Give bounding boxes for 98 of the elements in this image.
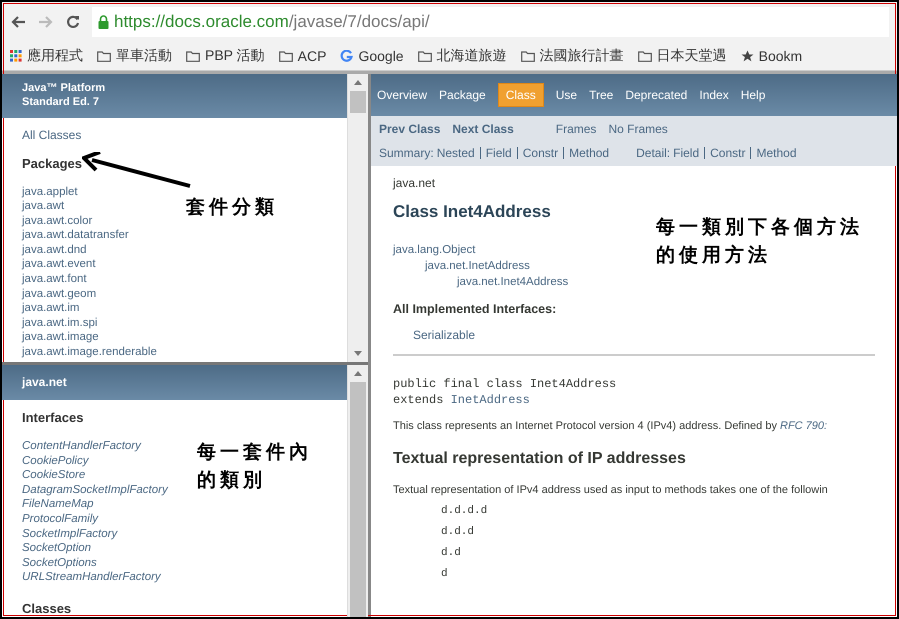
reload-icon[interactable] [66, 15, 80, 29]
annotation-text: 套件分類 [186, 195, 278, 220]
interface-link[interactable]: FileNameMap [22, 497, 94, 512]
back-icon[interactable] [10, 15, 26, 29]
hierarchy-item[interactable]: java.lang.Object [393, 244, 476, 256]
bookmark-item[interactable]: 日本天堂遇 [638, 47, 727, 65]
interface-link[interactable]: URLStreamHandlerFactory [22, 570, 161, 585]
folder-icon [418, 50, 432, 62]
no-frames-link[interactable]: No Frames [608, 122, 668, 136]
section-heading: Textual representation of IP addresses [393, 450, 687, 468]
folder-icon [186, 50, 200, 62]
interfaces-heading: All Implemented Interfaces: [393, 302, 558, 316]
hierarchy-item: java.net.Inet4Address [457, 276, 568, 288]
summary-link[interactable]: Field [486, 146, 512, 160]
nav-tab[interactable]: Tree [589, 84, 614, 106]
nav-tab[interactable]: Index [699, 84, 729, 106]
nav-tab[interactable]: Package [439, 84, 486, 106]
package-link[interactable]: java.awt.im.spi [22, 316, 98, 330]
interface-link[interactable]: SocketOption [22, 541, 92, 556]
annotation-text: 每一類別下各個方法 的使用方法 [656, 215, 863, 268]
address-format: d.d [441, 547, 461, 559]
bookmark-item[interactable]: 單車活動 [97, 47, 172, 65]
package-link[interactable]: java.awt.color [22, 214, 92, 228]
interface-link[interactable]: Serializable [413, 328, 476, 342]
folder-icon [520, 50, 535, 62]
prev-class-link[interactable]: Prev Class [379, 122, 440, 136]
frames-link[interactable]: Frames [556, 122, 596, 136]
package-link[interactable]: java.applet [22, 184, 78, 200]
lock-icon [98, 15, 109, 29]
scrollbar[interactable] [347, 74, 368, 362]
address-format: d [441, 568, 448, 580]
package-link[interactable]: java.awt.font [22, 272, 87, 287]
summary-link[interactable]: Constr [522, 146, 558, 160]
folder-icon [278, 50, 293, 62]
class-description: This class represents an Internet Protocol version 4 (IPv4) address. Defined by RFC 790: [393, 420, 828, 432]
package-link[interactable]: java.awt.image [22, 330, 99, 346]
all-classes-link[interactable]: All Classes [22, 128, 327, 142]
summary-link[interactable]: Nested [436, 146, 475, 160]
package-link[interactable]: java.awt.dnd [22, 242, 87, 258]
packages-heading: Packages [22, 156, 83, 170]
apps-grid-icon [10, 50, 22, 62]
superclass-link[interactable]: InetAddress [450, 393, 530, 407]
url-field[interactable]: https://docs.oracle.com/javase/7/docs/api/ [92, 7, 889, 37]
detail-link[interactable]: Method [756, 146, 797, 160]
package-link[interactable]: java.awt.datatransfer [22, 228, 129, 243]
package-name: java.net [393, 176, 436, 190]
star-icon [740, 50, 754, 62]
summary-link[interactable]: Method [569, 146, 610, 160]
interface-link[interactable]: ContentHandlerFactory [22, 439, 141, 454]
nav-tab[interactable]: Help [740, 84, 766, 106]
interface-link[interactable]: ProtocolFamily [22, 512, 98, 527]
bookmark-item[interactable]: Google [340, 48, 404, 64]
frame-header: java.net [2, 365, 347, 400]
bookmark-item[interactable]: PBP 活動 [186, 47, 265, 65]
google-g-icon [340, 50, 354, 62]
annotation-text: 每一套件內 的類別 [197, 440, 312, 493]
package-link[interactable]: java.awt [22, 199, 64, 214]
bookmark-item[interactable]: Bookm [740, 48, 802, 64]
interface-link[interactable]: SocketOptions [22, 556, 97, 570]
class-declaration: public final class Inet4Address [393, 376, 618, 392]
address-format: d.d.d [441, 526, 474, 538]
scroll-up-icon[interactable] [354, 80, 362, 85]
summary-label: Summary: [379, 146, 434, 160]
interfaces-heading: Interfaces [22, 410, 84, 425]
scroll-up-icon[interactable] [354, 371, 362, 376]
bookmark-item[interactable]: 北海道旅遊 [418, 47, 507, 65]
package-link[interactable]: java.awt.geom [22, 286, 96, 302]
address-format: d.d.d.d [441, 505, 488, 517]
class-title: Class Inet4Address [393, 202, 552, 222]
scroll-down-icon[interactable] [354, 351, 362, 356]
section-text: Textual representation of IPv4 address used as input to methods takes one of the followin [393, 484, 829, 496]
hierarchy-item[interactable]: java.net.InetAddress [425, 260, 530, 272]
detail-label: Detail: [636, 146, 670, 160]
bookmark-item[interactable]: 法國旅行計畫 [520, 47, 624, 65]
interface-link[interactable]: SocketImplFactory [22, 526, 118, 542]
nav-tab[interactable]: Use [556, 84, 578, 106]
interface-link[interactable]: CookiePolicy [22, 454, 88, 468]
extends-line: extends InetAddress [393, 392, 531, 408]
scrollbar[interactable] [347, 365, 368, 617]
nav-tab[interactable]: Overview [377, 84, 428, 106]
package-link[interactable]: java.awt.im [22, 301, 80, 316]
package-link[interactable]: java.awt.image.renderable [22, 345, 157, 360]
folder-icon [97, 50, 111, 62]
bookmark-item[interactable]: ACP [278, 48, 326, 64]
bookmark-item[interactable]: 應用程式 [10, 47, 83, 65]
classes-heading: Classes [22, 600, 72, 616]
interface-link[interactable]: DatagramSocketImplFactory [22, 482, 168, 498]
next-class-link[interactable]: Next Class [452, 122, 514, 136]
package-link[interactable]: java.awt.event [22, 257, 96, 272]
nav-tab[interactable]: Deprecated [625, 84, 688, 106]
rfc-link[interactable]: RFC 790: [780, 420, 828, 432]
detail-link[interactable]: Constr [710, 146, 746, 160]
scroll-thumb[interactable] [350, 91, 366, 113]
interface-link[interactable]: CookieStore [22, 468, 86, 483]
frame-header: Java™ Platform Standard Ed. 7 [2, 74, 347, 118]
scroll-thumb[interactable] [350, 382, 366, 617]
folder-icon [638, 50, 652, 62]
detail-link[interactable]: Field [673, 146, 700, 160]
